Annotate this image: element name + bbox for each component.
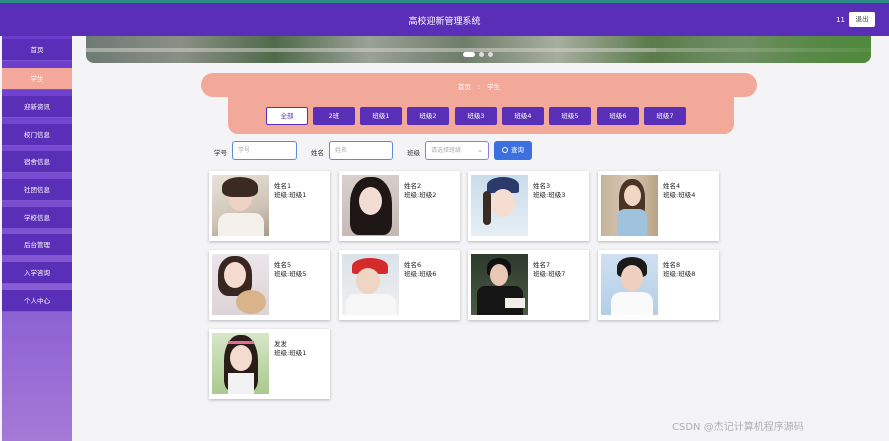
student-class: 班级:班级7 (533, 270, 566, 278)
breadcrumb-home[interactable]: 首页 (458, 83, 471, 91)
sidebar-item-news[interactable]: 迎新资讯 (2, 96, 72, 118)
watermark: CSDN @杰记计算机程序源码 (672, 422, 804, 433)
student-photo-face (224, 262, 246, 288)
filter-chip[interactable]: 班级2 (407, 107, 449, 125)
class-label: 班级 (407, 149, 420, 157)
student-photo-body (611, 292, 653, 315)
student-photo-face (491, 189, 515, 217)
student-photo (471, 254, 528, 315)
student-class: 班级:班级1 (274, 191, 307, 199)
filter-chip[interactable]: 2班 (313, 107, 355, 125)
sidebar-item-school[interactable]: 学校信息 (2, 207, 72, 229)
student-photo-dog (236, 290, 266, 314)
student-photo-hair (222, 177, 258, 197)
student-photo-body (346, 294, 396, 315)
sidebar-item-dorm[interactable]: 宿舍信息 (2, 151, 72, 173)
filter-chip[interactable]: 班级4 (502, 107, 544, 125)
student-card[interactable]: 姓名8 班级:班级8 (598, 250, 719, 320)
banner-dot[interactable] (488, 52, 493, 57)
breadcrumb-current: 学生 (487, 83, 501, 91)
breadcrumb-text: 首页 : 学生 (201, 81, 757, 91)
banner-dot[interactable] (479, 52, 484, 57)
sidebar-item-consult[interactable]: 入学咨询 (2, 262, 72, 284)
search-icon (502, 147, 508, 153)
student-photo-face (359, 187, 382, 215)
name-input[interactable]: 姓名 (329, 141, 393, 160)
student-class: 班级:班级4 (663, 191, 696, 199)
sidebar-item-gate[interactable]: 校门信息 (2, 124, 72, 146)
sidebar-item-admin[interactable]: 后台管理 (2, 234, 72, 256)
student-card[interactable]: 姓名2 班级:班级2 (339, 171, 460, 241)
student-photo (212, 333, 269, 394)
class-select[interactable]: 请选择班级 ⌄ (425, 141, 489, 160)
student-card[interactable]: 发发 班级:班级1 (209, 329, 330, 399)
student-photo-hair (483, 191, 491, 225)
sidebar-item-club[interactable]: 社团信息 (2, 179, 72, 201)
student-photo (601, 175, 658, 236)
student-class: 班级:班级2 (404, 191, 437, 199)
student-photo-face (490, 264, 508, 286)
student-card[interactable]: 姓名3 班级:班级3 (468, 171, 589, 241)
breadcrumb-separator: : (477, 83, 481, 91)
student-photo-body (617, 209, 647, 236)
filter-chip[interactable]: 班级7 (644, 107, 686, 125)
student-photo-headband (228, 341, 254, 344)
app-header: 高校迎新管理系统 11 退出 (0, 3, 889, 36)
student-photo (212, 175, 269, 236)
class-select-placeholder: 请选择班级 (431, 147, 462, 154)
search-button[interactable]: 查询 (494, 141, 532, 160)
filter-chip[interactable]: 班级5 (549, 107, 591, 125)
student-card[interactable]: 姓名4 班级:班级4 (598, 171, 719, 241)
student-photo-face (621, 265, 643, 291)
current-user: 11 (836, 16, 845, 24)
student-photo-face (624, 185, 641, 206)
student-class: 班级:班级1 (274, 349, 307, 357)
banner-dot[interactable] (463, 52, 475, 57)
campus-banner-image (86, 36, 871, 63)
name-label: 姓名 (311, 149, 324, 157)
sidebar-item-students[interactable]: 学生 (2, 68, 72, 90)
chevron-down-icon: ⌄ (477, 146, 483, 154)
student-photo-body (228, 373, 254, 394)
student-photo-face (230, 345, 252, 371)
sidebar-item-profile[interactable]: 个人中心 (2, 290, 72, 312)
student-card[interactable]: 姓名1 班级:班级1 (209, 171, 330, 241)
student-photo-face (356, 268, 380, 294)
sidebar-item-home[interactable]: 首页 (2, 39, 72, 61)
filter-chip[interactable]: 班级3 (455, 107, 497, 125)
filter-chip[interactable]: 班级6 (597, 107, 639, 125)
filter-chip[interactable]: 班级1 (360, 107, 402, 125)
student-no-label: 学号 (214, 149, 227, 157)
student-class: 班级:班级6 (404, 270, 437, 278)
student-photo-body (218, 213, 264, 236)
student-photo (471, 175, 528, 236)
banner-pagination (463, 52, 493, 57)
student-card[interactable]: 姓名6 班级:班级6 (339, 250, 460, 320)
breadcrumb: 首页 : 学生 (201, 73, 757, 97)
search-button-label: 查询 (511, 146, 524, 154)
student-photo (212, 254, 269, 315)
sidebar: 首页 学生 迎新资讯 校门信息 宿舍信息 社团信息 学校信息 后台管理 入学咨询… (2, 36, 72, 441)
filter-chip-all[interactable]: 全部 (266, 107, 308, 125)
app-title: 高校迎新管理系统 (408, 17, 481, 27)
student-card[interactable]: 姓名7 班级:班级7 (468, 250, 589, 320)
student-class: 班级:班级3 (533, 191, 566, 199)
student-photo (342, 175, 399, 236)
student-photo (601, 254, 658, 315)
student-class: 班级:班级8 (663, 270, 696, 278)
student-photo (342, 254, 399, 315)
logout-button[interactable]: 退出 (849, 12, 875, 27)
student-photo-book (505, 298, 525, 308)
student-card[interactable]: 姓名5 班级:班级5 (209, 250, 330, 320)
student-class: 班级:班级5 (274, 270, 307, 278)
student-no-input[interactable]: 学号 (232, 141, 297, 160)
banner-trees (656, 36, 871, 63)
